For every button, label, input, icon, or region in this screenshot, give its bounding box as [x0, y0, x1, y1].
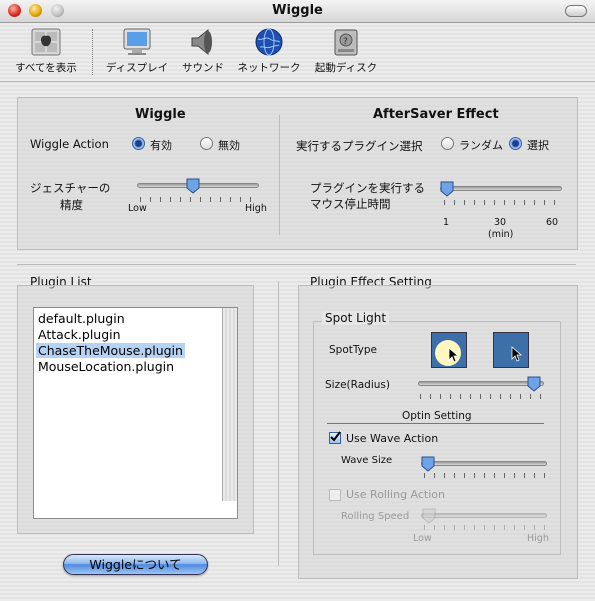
list-item[interactable]: Attack.plugin — [36, 327, 123, 342]
wave-size-label: Wave Size — [341, 455, 393, 466]
aftersaver-section-title: AfterSaver Effect — [373, 107, 499, 122]
select-label: 選択 — [527, 139, 549, 152]
svg-text:?: ? — [343, 37, 348, 47]
size-slider-track[interactable] — [418, 381, 544, 386]
gesture-slider-ticks — [140, 197, 258, 202]
toolbar-sound[interactable]: サウンド — [176, 27, 230, 75]
top-group-divider — [279, 115, 280, 235]
idle-time-slider-ticks — [444, 200, 562, 205]
toolbar-show-all[interactable]: すべてを表示 — [8, 27, 84, 75]
list-item-selected[interactable]: ChaseTheMouse.plugin — [36, 343, 185, 358]
list-scrollbar[interactable] — [222, 308, 237, 501]
list-item[interactable]: default.plugin — [36, 311, 127, 326]
gesture-low-label: Low — [128, 203, 147, 214]
toolbar-startup-disk[interactable]: ? 起動ディスク — [308, 27, 384, 75]
arrow-cursor-icon — [511, 346, 523, 362]
plugin-listbox[interactable]: default.plugin Attack.plugin ChaseTheMou… — [33, 307, 238, 519]
rolling-speed-slider-ticks — [424, 525, 548, 530]
option-setting-title: Optin Setting — [402, 410, 472, 422]
gesture-label-line1: ジェスチャーの — [30, 181, 111, 195]
idle-tick-1: 1 — [443, 217, 450, 228]
rolling-high-label: High — [527, 533, 549, 544]
gesture-slider-thumb[interactable] — [186, 178, 200, 194]
wiggle-on-radio[interactable] — [132, 137, 145, 150]
title-bar[interactable]: Wiggle — [0, 0, 595, 23]
about-button[interactable]: Wiggleについて — [63, 554, 208, 575]
wiggle-action-label: Wiggle Action — [30, 137, 109, 151]
toolbar-display[interactable]: ディスプレイ — [102, 27, 172, 75]
spotlight-circle-icon — [435, 340, 461, 366]
gesture-label-line2: 精度 — [60, 198, 83, 212]
plugin-select-label: 実行するプラグイン選択 — [296, 139, 423, 153]
wave-size-slider-thumb[interactable] — [421, 456, 435, 472]
toolbar-label: サウンド — [182, 62, 224, 74]
rolling-speed-label: Rolling Speed — [341, 511, 410, 522]
toolbar-label: ディスプレイ — [105, 62, 169, 74]
idle-time-slider-track[interactable] — [440, 186, 562, 191]
spot-light-title: Spot Light — [322, 311, 390, 325]
rolling-action-label: Use Rolling Action — [346, 488, 445, 501]
wiggle-on-label: 有効 — [150, 139, 172, 152]
section-separator — [17, 264, 576, 265]
random-radio[interactable] — [441, 137, 454, 150]
rolling-action-checkbox[interactable] — [329, 489, 341, 501]
spot-type-label: SpotType — [329, 344, 377, 356]
checkmark-icon — [330, 431, 341, 442]
toolbar-label: 起動ディスク — [314, 62, 378, 74]
rolling-speed-slider-thumb[interactable] — [422, 508, 436, 524]
idle-label-line2: マウス停止時間 — [310, 197, 391, 211]
disk-icon: ? — [334, 29, 358, 56]
spot-type-circle-button[interactable] — [431, 332, 467, 368]
toolbar: すべてを表示 ディスプレイ サウンド ネットワーク ? 起動ディスク — [0, 23, 595, 82]
toolbar-network[interactable]: ネットワーク — [234, 27, 304, 75]
preferences-window: Wiggle すべてを表示 ディスプレイ サウンド ネットワーク ? 起動ディス… — [0, 0, 595, 601]
toolbar-label: すべてを表示 — [15, 62, 77, 74]
rolling-speed-slider-track[interactable] — [421, 513, 547, 518]
wiggle-off-radio[interactable] — [200, 137, 213, 150]
toolbar-toggle-button[interactable] — [565, 5, 587, 17]
size-radius-label: Size(Radius) — [325, 379, 390, 391]
wiggle-section-title: Wiggle — [135, 107, 186, 122]
random-label: ランダム — [459, 139, 503, 152]
idle-unit-label: (min) — [488, 229, 514, 240]
window-title: Wiggle — [272, 3, 323, 18]
wiggle-off-label: 無効 — [218, 139, 240, 152]
idle-tick-60: 60 — [546, 217, 559, 228]
toolbar-label: ネットワーク — [237, 62, 301, 74]
spot-type-plain-button[interactable] — [493, 332, 529, 368]
apple-icon — [31, 28, 61, 56]
globe-icon — [255, 28, 283, 56]
wave-action-label: Use Wave Action — [346, 432, 439, 445]
idle-time-slider-thumb[interactable] — [440, 181, 454, 197]
gesture-high-label: High — [245, 203, 267, 214]
option-setting-rule — [327, 423, 544, 424]
wave-size-slider-track[interactable] — [421, 461, 547, 466]
idle-label-line1: プラグインを実行する — [310, 181, 425, 195]
wave-action-checkbox[interactable] — [329, 431, 341, 444]
speaker-icon — [191, 28, 212, 56]
select-radio[interactable] — [509, 137, 522, 150]
bottom-divider — [278, 281, 279, 566]
size-slider-ticks — [420, 394, 544, 399]
list-item[interactable]: MouseLocation.plugin — [36, 359, 176, 374]
idle-tick-30: 30 — [494, 217, 507, 228]
rolling-low-label: Low — [413, 533, 432, 544]
display-icon — [123, 28, 151, 55]
toolbar-separator — [92, 29, 93, 75]
wave-size-slider-ticks — [424, 473, 548, 478]
size-slider-thumb[interactable] — [527, 376, 541, 392]
